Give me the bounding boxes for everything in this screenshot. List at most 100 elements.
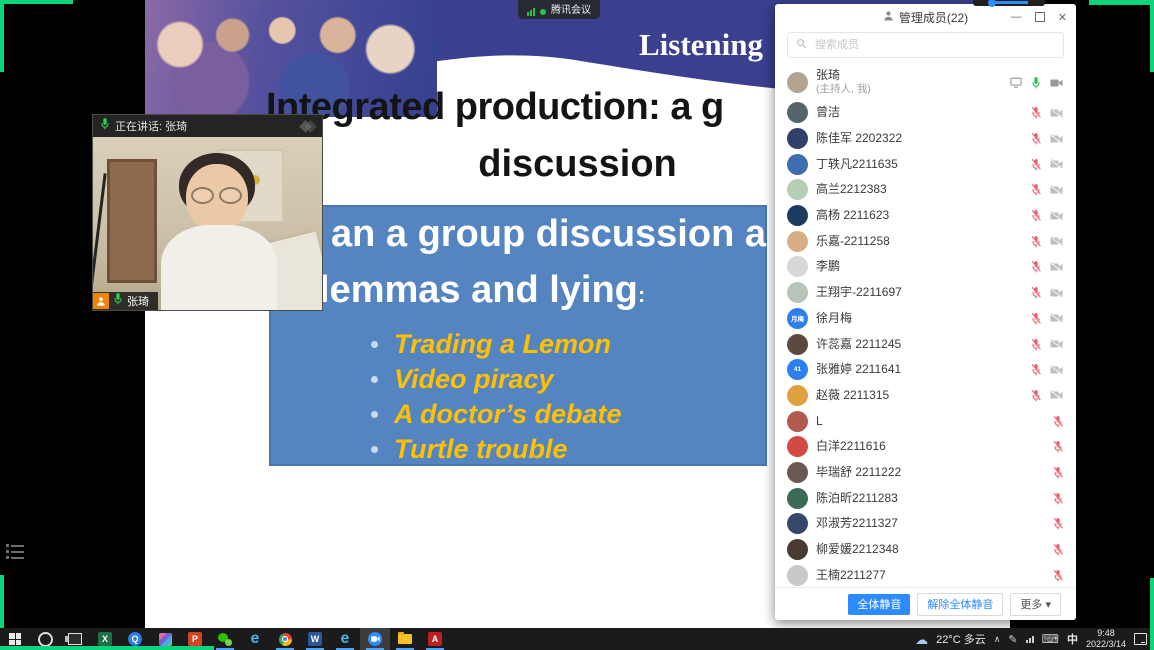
mic-on-icon[interactable]: [1031, 76, 1041, 89]
speaker-video-window[interactable]: 正在讲话: 张琦 张琦: [93, 115, 322, 310]
keyboard-tray-icon[interactable]: ⌨: [1042, 632, 1059, 646]
unmute-all-button[interactable]: 解除全体静音: [917, 593, 1003, 616]
mic-muted-icon[interactable]: [1031, 389, 1041, 402]
member-row[interactable]: 邓淑芳2211327: [775, 511, 1076, 537]
meeting-status-pill[interactable]: 腾讯会议: [518, 0, 600, 19]
member-search-box[interactable]: [787, 32, 1064, 58]
hidden-icons-chevron[interactable]: ∧: [994, 634, 1001, 645]
glasses-left-shape: [191, 187, 214, 204]
mic-muted-icon[interactable]: [1031, 286, 1041, 299]
camera-off-icon[interactable]: [1050, 313, 1063, 323]
member-row[interactable]: 41张雅婷 2211641: [775, 357, 1076, 383]
camera-off-icon[interactable]: [1050, 339, 1063, 349]
member-row[interactable]: 月梅徐月梅: [775, 306, 1076, 332]
slide-title-line1: Integrated production: a g: [266, 86, 724, 129]
file-explorer-icon[interactable]: [390, 628, 420, 650]
mic-muted-icon[interactable]: [1053, 466, 1063, 479]
clock[interactable]: 9:48 2022/3/14: [1086, 628, 1126, 650]
panel-titlebar[interactable]: 管理成员(22) — ✕: [775, 4, 1076, 30]
minimize-button[interactable]: —: [1011, 11, 1022, 23]
tencent-meeting-icon[interactable]: [360, 628, 390, 650]
ie-icon[interactable]: e: [240, 628, 270, 650]
camera-on-icon[interactable]: [1050, 78, 1063, 88]
camera-off-icon[interactable]: [1050, 288, 1063, 298]
member-name: 张琦: [816, 68, 871, 83]
member-row[interactable]: 高杨 2211623: [775, 203, 1076, 229]
member-row[interactable]: 张琦(主持人, 我): [775, 65, 1076, 100]
ime-indicator[interactable]: 中: [1067, 631, 1078, 647]
camera-off-icon[interactable]: [1050, 365, 1063, 375]
pen-tray-icon[interactable]: ✎: [1008, 633, 1017, 646]
mic-muted-icon[interactable]: [1031, 235, 1041, 248]
camera-off-icon[interactable]: [1050, 134, 1063, 144]
video-window-titlebar[interactable]: 正在讲话: 张琦: [93, 115, 322, 137]
member-row[interactable]: 王楠2211277: [775, 562, 1076, 587]
camera-off-icon[interactable]: [1050, 185, 1063, 195]
mic-muted-icon[interactable]: [1031, 338, 1041, 351]
member-name: 丁轶凡2211635: [816, 157, 898, 172]
action-center-icon[interactable]: [1134, 633, 1147, 645]
mic-muted-icon[interactable]: [1031, 312, 1041, 325]
mic-muted-icon[interactable]: [1053, 440, 1063, 453]
member-row[interactable]: 乐嘉-2211258: [775, 228, 1076, 254]
member-row[interactable]: 许蕊嘉 2211245: [775, 331, 1076, 357]
mute-all-button[interactable]: 全体静音: [848, 594, 910, 615]
mic-muted-icon[interactable]: [1053, 569, 1063, 582]
mic-muted-icon[interactable]: [1031, 158, 1041, 171]
tencent-meeting-logo-icon: [301, 122, 315, 131]
mic-muted-icon[interactable]: [1031, 132, 1041, 145]
slider-handle[interactable]: [988, 0, 996, 7]
mic-muted-icon[interactable]: [1031, 183, 1041, 196]
bracket-top-right-v: [1150, 0, 1154, 72]
camera-off-icon[interactable]: [1050, 159, 1063, 169]
member-row[interactable]: 陈佳军 2202322: [775, 126, 1076, 152]
member-row[interactable]: 曾洁: [775, 100, 1076, 126]
member-row[interactable]: 毕瑞舒 2211222: [775, 460, 1076, 486]
mic-muted-icon[interactable]: [1053, 517, 1063, 530]
member-avatar: [787, 205, 808, 226]
maximize-button[interactable]: [1035, 12, 1045, 22]
video-feed: 张琦: [93, 137, 322, 310]
weather-text[interactable]: 22°C 多云: [936, 631, 986, 647]
bullet-text: Video piracy: [394, 364, 554, 395]
box-text-line1: an a group discussion a: [331, 213, 766, 256]
member-row[interactable]: 赵薇 2211315: [775, 383, 1076, 409]
screen-share-icon[interactable]: [1010, 77, 1022, 88]
mic-muted-icon[interactable]: [1053, 492, 1063, 505]
camera-off-icon[interactable]: [1050, 211, 1063, 221]
camera-off-icon[interactable]: [1050, 390, 1063, 400]
mic-muted-icon[interactable]: [1031, 363, 1041, 376]
member-row[interactable]: 高兰2212383: [775, 177, 1076, 203]
camera-off-icon[interactable]: [1050, 262, 1063, 272]
mic-muted-icon[interactable]: [1053, 543, 1063, 556]
mic-muted-icon[interactable]: [1031, 209, 1041, 222]
member-row[interactable]: 王翔宇-2211697: [775, 280, 1076, 306]
chrome-icon[interactable]: [270, 628, 300, 650]
word-icon[interactable]: W: [300, 628, 330, 650]
member-row[interactable]: 李鹏: [775, 254, 1076, 280]
volume-slider[interactable]: [973, 0, 1045, 6]
weather-cloud-icon[interactable]: ☁: [915, 633, 928, 646]
mic-muted-icon[interactable]: [1031, 106, 1041, 119]
member-row[interactable]: 柳爱媛2212348: [775, 537, 1076, 563]
camera-off-icon[interactable]: [1050, 236, 1063, 246]
member-row[interactable]: 陈泊昕2211283: [775, 485, 1076, 511]
topic-bullet: Trading a Lemon: [371, 327, 622, 362]
network-tray-icon[interactable]: [1026, 636, 1034, 643]
door-shape: [107, 159, 157, 283]
member-avatar: [787, 154, 808, 175]
member-name: 许蕊嘉 2211245: [816, 337, 901, 352]
member-row[interactable]: L: [775, 408, 1076, 434]
acrobat-icon[interactable]: A: [420, 628, 450, 650]
wechat-icon[interactable]: [210, 628, 240, 650]
mic-muted-icon[interactable]: [1053, 415, 1063, 428]
member-row[interactable]: 丁轶凡2211635: [775, 151, 1076, 177]
search-input[interactable]: [813, 38, 1055, 52]
mic-muted-icon[interactable]: [1031, 260, 1041, 273]
more-button[interactable]: 更多 ▾: [1010, 593, 1061, 616]
member-row[interactable]: 白洋2211616: [775, 434, 1076, 460]
close-button[interactable]: ✕: [1058, 11, 1067, 24]
camera-off-icon[interactable]: [1050, 108, 1063, 118]
member-role-icon: [93, 293, 109, 309]
ie-icon-2[interactable]: e: [330, 628, 360, 650]
